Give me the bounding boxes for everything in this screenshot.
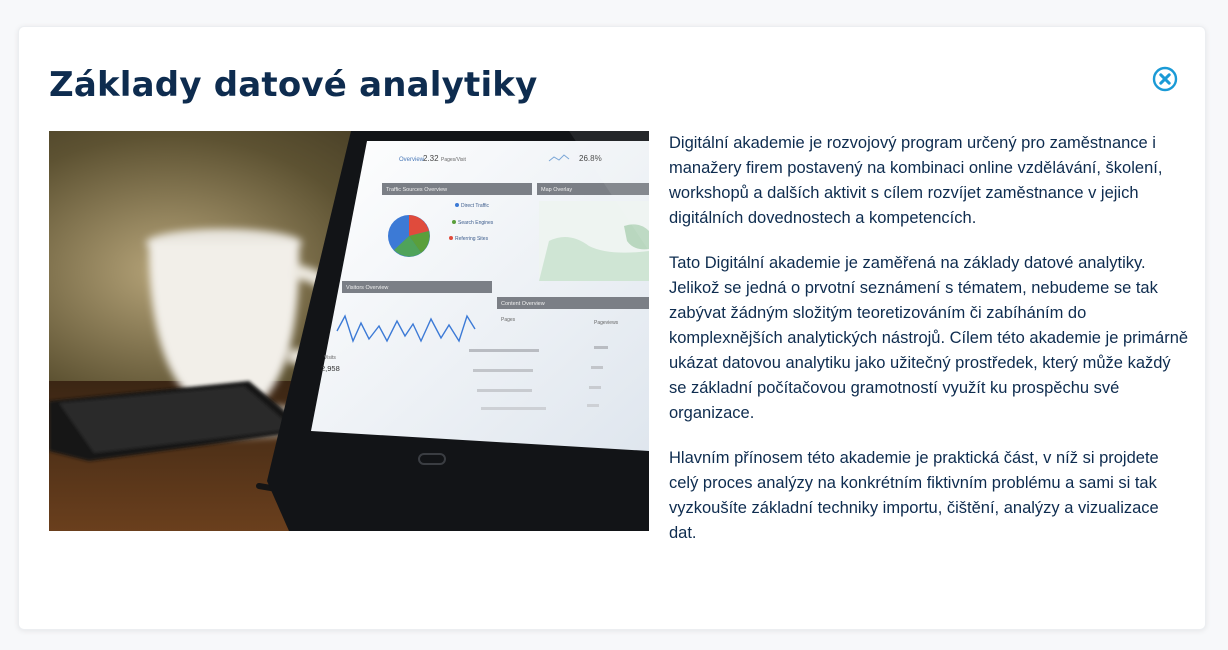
screen-pages-visit-label: Pages/Visit — [441, 157, 467, 163]
course-hero-image: Overview 2.32 Pages/Visit 26.8% Traffic … — [49, 131, 649, 531]
modal-title: Základy datové analytiky — [49, 65, 538, 105]
screen-table-pageviews: Pageviews — [594, 320, 619, 326]
screen-legend-direct: Direct Traffic — [461, 203, 489, 209]
screen-panel-traffic: Traffic Sources Overview — [386, 187, 447, 193]
screen-pages-visit-value: 2.32 — [423, 154, 439, 163]
description-paragraph-2: Tato Digitální akademie je zaměřená na z… — [669, 254, 1189, 422]
course-detail-modal: Základy datové analytiky Overview 2.32 P… — [18, 26, 1206, 630]
screen-visits-value: 2,958 — [321, 364, 340, 373]
close-button[interactable] — [1152, 66, 1178, 92]
screen-panel-visitors: Visitors Overview — [346, 285, 388, 291]
svg-text:Overview: Overview — [399, 157, 425, 163]
course-description: Digitální akademie je rozvojový program … — [669, 131, 1189, 566]
screen-table-pages: Pages — [501, 317, 516, 323]
close-circle-icon — [1152, 66, 1178, 92]
screen-visits-label: Visits — [324, 355, 336, 361]
description-paragraph-1: Digitální akademie je rozvojový program … — [669, 134, 1163, 227]
description-paragraph-3: Hlavním přínosem této akademie je prakti… — [669, 449, 1159, 542]
screen-panel-content: Content Overview — [501, 301, 545, 307]
screen-legend-search: Search Engines — [458, 220, 494, 226]
screen-panel-map: Map Overlay — [541, 187, 572, 193]
screen-legend-referring: Referring Sites — [455, 236, 489, 242]
